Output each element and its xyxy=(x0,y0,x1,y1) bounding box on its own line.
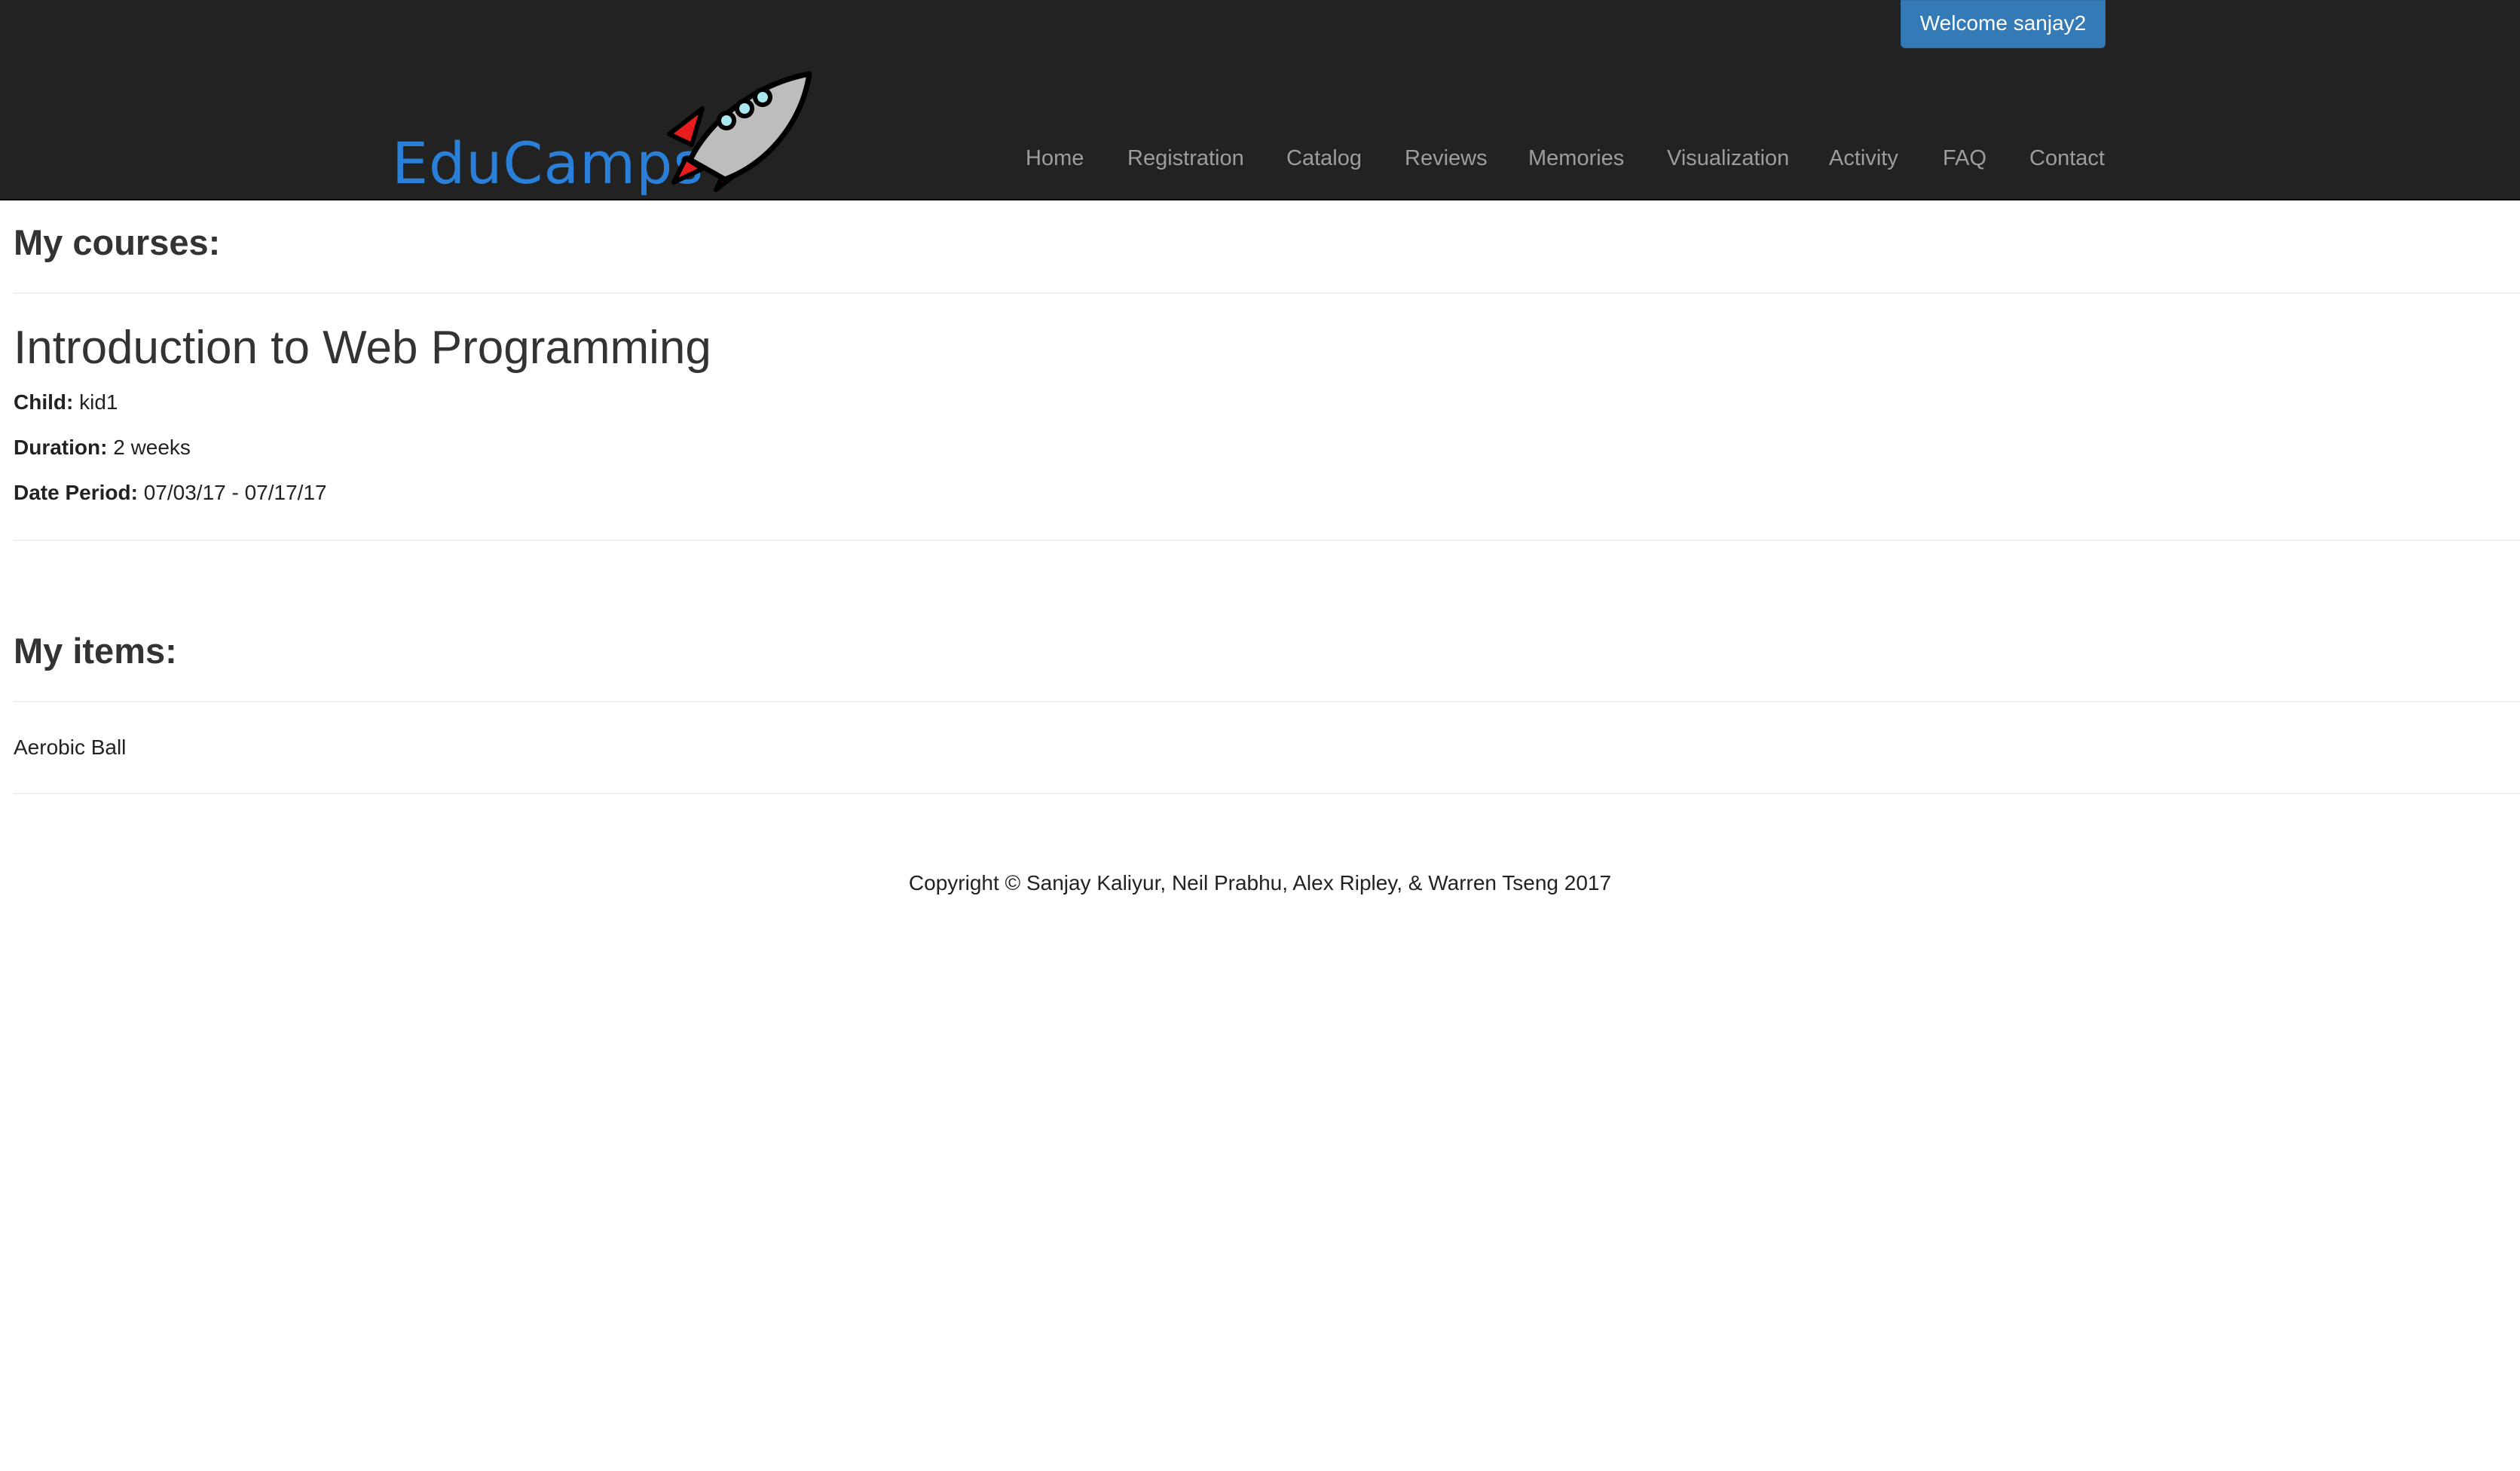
nav-activity[interactable]: Activity xyxy=(1829,146,1898,171)
date-period-value: 07/03/17 - 07/17/17 xyxy=(143,481,327,504)
nav-registration[interactable]: Registration xyxy=(1127,146,1244,171)
nav-home[interactable]: Home xyxy=(1026,146,1084,171)
course-duration: Duration: 2 weeks xyxy=(14,436,191,460)
divider xyxy=(14,701,2520,702)
date-period-label: Date Period: xyxy=(14,481,138,504)
footer-copyright: Copyright © Sanjay Kaliyur, Neil Prabhu,… xyxy=(908,871,1612,895)
my-items-heading: My items: xyxy=(14,631,177,671)
nav-contact[interactable]: Contact xyxy=(2029,146,2105,171)
my-courses-heading: My courses: xyxy=(14,222,221,262)
course-child: Child: kid1 xyxy=(14,390,118,414)
duration-label: Duration: xyxy=(14,436,108,459)
rocket-icon xyxy=(667,71,812,192)
duration-value: 2 weeks xyxy=(113,436,191,459)
divider xyxy=(14,793,2520,794)
course-title: Introduction to Web Programming xyxy=(14,322,711,374)
list-item: Aerobic Ball xyxy=(14,736,127,759)
divider xyxy=(14,540,2520,541)
child-value: kid1 xyxy=(79,390,118,414)
nav-visualization[interactable]: Visualization xyxy=(1667,146,1789,171)
welcome-user-button[interactable]: Welcome sanjay2 xyxy=(1901,0,2106,48)
course-date-period: Date Period: 07/03/17 - 07/17/17 xyxy=(14,481,327,505)
top-navbar: Welcome sanjay2 EduCamps Home Registrati… xyxy=(0,0,2520,200)
child-label: Child: xyxy=(14,390,74,414)
nav-catalog[interactable]: Catalog xyxy=(1286,146,1362,171)
divider xyxy=(14,292,2520,294)
nav-reviews[interactable]: Reviews xyxy=(1405,146,1488,171)
nav-faq[interactable]: FAQ xyxy=(1943,146,1986,171)
nav-memories[interactable]: Memories xyxy=(1528,146,1624,171)
